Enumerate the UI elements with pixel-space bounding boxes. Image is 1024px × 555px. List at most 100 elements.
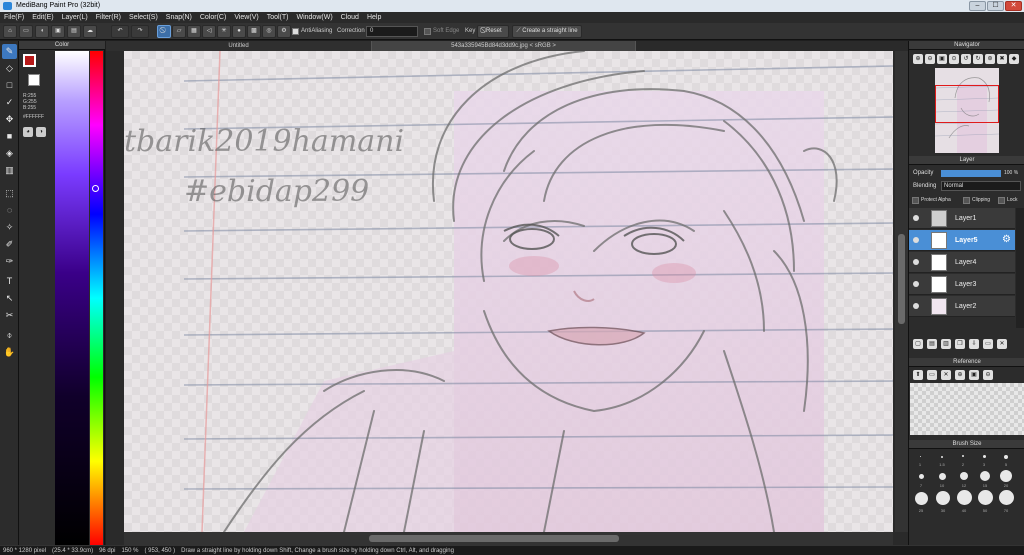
foreground-color-swatch[interactable] <box>23 54 36 67</box>
gradient-tool-icon[interactable]: ▥ <box>2 163 17 178</box>
snap-circle-icon[interactable]: ● <box>232 25 246 38</box>
delete-layer-icon[interactable]: ✕ <box>997 339 1007 349</box>
menu-help[interactable]: Help <box>363 12 385 23</box>
rotate-left-icon[interactable]: ↺ <box>961 54 971 64</box>
color-palette-icon[interactable]: ◑ <box>36 127 46 137</box>
merge-down-icon[interactable]: ⇩ <box>969 339 979 349</box>
navigator-thumbnail[interactable] <box>935 68 999 153</box>
hue-slider[interactable] <box>90 51 103 545</box>
eraser-tool-icon[interactable]: ◇ <box>2 61 17 76</box>
brush-size-70[interactable] <box>999 490 1014 505</box>
snap-radial-icon[interactable]: ✳ <box>217 25 231 38</box>
cloud-icon[interactable]: ☁ <box>83 25 97 38</box>
reference-capture-icon[interactable]: ⬆ <box>913 370 923 380</box>
maximize-button[interactable]: ☐ <box>987 1 1004 11</box>
reference-view[interactable] <box>910 383 1024 435</box>
clipping-checkbox[interactable] <box>963 197 970 204</box>
copy-layer-icon[interactable]: ❐ <box>955 339 965 349</box>
menu-layer[interactable]: Layer(L) <box>58 12 92 23</box>
reference-fit-icon[interactable]: ▣ <box>969 370 979 380</box>
layer-settings-gear-icon[interactable]: ⚙ <box>1002 235 1011 245</box>
new-8bit-layer-icon[interactable]: ▥ <box>941 339 951 349</box>
soft-edge-checkbox[interactable] <box>424 28 431 35</box>
brush-size-50[interactable] <box>978 490 993 505</box>
menu-edit[interactable]: Edit(E) <box>28 12 57 23</box>
snap-settings-icon[interactable]: ⚙ <box>277 25 291 38</box>
brush-size-30[interactable] <box>936 491 950 505</box>
brush-size-3[interactable] <box>983 455 986 458</box>
snap-curve-icon[interactable]: ▩ <box>247 25 261 38</box>
divide-tool-icon[interactable]: ✂ <box>2 308 17 323</box>
lock-checkbox[interactable] <box>998 197 1005 204</box>
open-folder-icon[interactable]: ▭ <box>19 25 33 38</box>
blending-select[interactable]: Normal <box>941 181 1021 191</box>
menu-file[interactable]: File(F) <box>0 12 28 23</box>
menu-color[interactable]: Color(C) <box>196 12 230 23</box>
horizontal-scrollbar[interactable] <box>124 532 893 545</box>
navigator-view-rect[interactable] <box>935 85 999 123</box>
layer-item-layer3[interactable]: Layer3 <box>909 274 1015 295</box>
snap-vanish-icon[interactable]: ◁ <box>202 25 216 38</box>
brush-size-15[interactable] <box>980 471 990 481</box>
color-wheel-icon[interactable]: ◕ <box>23 127 33 137</box>
visibility-eye-icon[interactable] <box>913 259 919 265</box>
comment-icon[interactable]: ◖ <box>35 25 49 38</box>
saturation-value-picker[interactable] <box>55 51 89 545</box>
new-halftone-layer-icon[interactable]: ▤ <box>927 339 937 349</box>
snap-off-icon[interactable]: ⃠ <box>157 25 171 38</box>
select-eraser-icon[interactable]: ✑ <box>2 254 17 269</box>
drawing-canvas[interactable]: tbarik2019hamani #ebidap299 <box>124 51 893 532</box>
save-icon[interactable]: ▣ <box>51 25 65 38</box>
lasso-tool-icon[interactable]: ✓ <box>2 95 17 110</box>
brush-size-7[interactable] <box>919 474 924 479</box>
layer-item-layer4[interactable]: Layer4 <box>909 252 1015 273</box>
vertical-scrollbar[interactable] <box>895 51 908 532</box>
layer-item-layer5[interactable]: Layer5 ⚙ <box>909 230 1015 251</box>
visibility-eye-icon[interactable] <box>913 237 919 243</box>
horizontal-scroll-thumb[interactable] <box>369 535 619 542</box>
select-pen-icon[interactable]: ✐ <box>2 237 17 252</box>
eyedropper-tool-icon[interactable]: ⌽ <box>2 328 17 343</box>
straight-line-button[interactable]: ⟋ Create a straight line <box>512 25 582 38</box>
redo-icon[interactable]: ↷ <box>131 25 149 38</box>
brush-size-25[interactable] <box>915 492 928 505</box>
flip-icon[interactable]: ✖ <box>997 54 1007 64</box>
layer-list-scrollbar[interactable] <box>1016 208 1024 328</box>
correction-select[interactable]: 0 <box>366 26 418 37</box>
actual-size-icon[interactable]: ⊙ <box>949 54 959 64</box>
snap-parallel-icon[interactable]: ▱ <box>172 25 186 38</box>
snap-cross-icon[interactable]: ▦ <box>187 25 201 38</box>
vertical-scroll-thumb[interactable] <box>898 234 905 324</box>
bucket-tool-icon[interactable]: ◈ <box>2 146 17 161</box>
new-file-icon[interactable]: ⌂ <box>3 25 17 38</box>
hand-tool-icon[interactable]: ✋ <box>2 345 17 360</box>
brush-size-20[interactable] <box>1000 470 1012 482</box>
move-tool-icon[interactable]: ✥ <box>2 112 17 127</box>
navigator-menu-icon[interactable]: ◆ <box>1009 54 1019 64</box>
brush-tool-icon[interactable]: ✎ <box>2 44 17 59</box>
visibility-eye-icon[interactable] <box>913 215 919 221</box>
visibility-eye-icon[interactable] <box>913 281 919 287</box>
background-color-swatch[interactable] <box>28 74 40 86</box>
snap-ring-icon[interactable]: ◎ <box>262 25 276 38</box>
minimize-button[interactable]: – <box>969 1 986 11</box>
brush-size-1-5[interactable] <box>941 456 943 458</box>
layer-item-layer1[interactable]: Layer1 <box>909 208 1015 229</box>
fit-icon[interactable]: ▣ <box>937 54 947 64</box>
menu-window[interactable]: Window(W) <box>292 12 336 23</box>
brush-size-40[interactable] <box>957 490 972 505</box>
brush-size-5[interactable] <box>1004 455 1008 459</box>
layer-folder-icon[interactable]: ▭ <box>983 339 993 349</box>
menu-snap[interactable]: Snap(N) <box>162 12 196 23</box>
dot-tool-icon[interactable]: □ <box>2 78 17 93</box>
lasso-select-icon[interactable]: ◌ <box>2 203 17 218</box>
reference-open-icon[interactable]: ▭ <box>927 370 937 380</box>
protect-alpha-checkbox[interactable] <box>912 197 919 204</box>
menu-tool[interactable]: Tool(T) <box>263 12 293 23</box>
visibility-eye-icon[interactable] <box>913 303 919 309</box>
reference-zoom-out-icon[interactable]: ⊖ <box>983 370 993 380</box>
rotate-right-icon[interactable]: ↻ <box>973 54 983 64</box>
brush-size-2[interactable] <box>962 455 964 457</box>
brush-size-10[interactable] <box>939 473 946 480</box>
zoom-out-icon[interactable]: ⊖ <box>925 54 935 64</box>
